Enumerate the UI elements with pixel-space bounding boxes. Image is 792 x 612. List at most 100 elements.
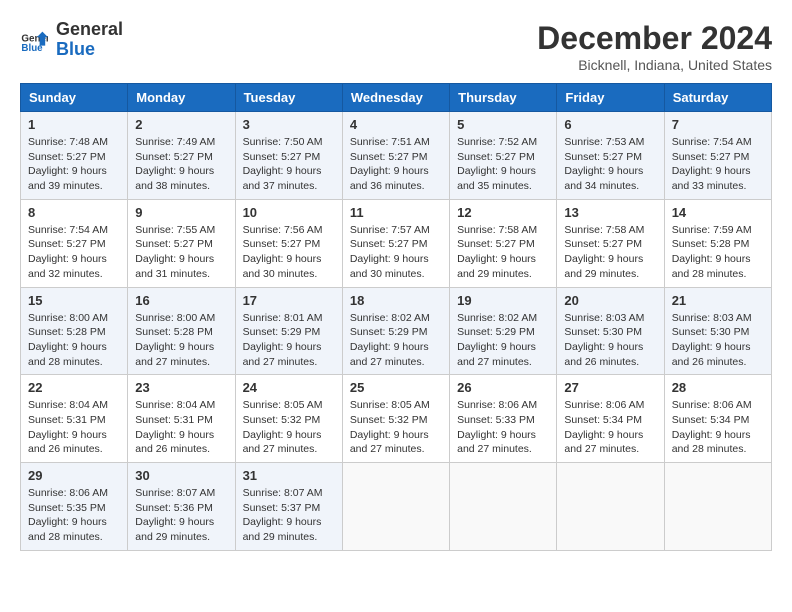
table-row: 19 Sunrise: 8:02 AM Sunset: 5:29 PM Dayl… bbox=[450, 287, 557, 375]
table-row: 26 Sunrise: 8:06 AM Sunset: 5:33 PM Dayl… bbox=[450, 375, 557, 463]
day-number: 16 bbox=[135, 293, 227, 308]
col-saturday: Saturday bbox=[664, 84, 771, 112]
col-wednesday: Wednesday bbox=[342, 84, 449, 112]
cell-content: Sunrise: 8:03 AM Sunset: 5:30 PM Dayligh… bbox=[672, 311, 764, 370]
table-row: 8 Sunrise: 7:54 AM Sunset: 5:27 PM Dayli… bbox=[21, 199, 128, 287]
day-number: 21 bbox=[672, 293, 764, 308]
calendar-week-3: 15 Sunrise: 8:00 AM Sunset: 5:28 PM Dayl… bbox=[21, 287, 772, 375]
day-number: 19 bbox=[457, 293, 549, 308]
day-number: 30 bbox=[135, 468, 227, 483]
day-number: 7 bbox=[672, 117, 764, 132]
calendar-week-5: 29 Sunrise: 8:06 AM Sunset: 5:35 PM Dayl… bbox=[21, 463, 772, 551]
logo: General Blue General Blue bbox=[20, 20, 123, 60]
cell-content: Sunrise: 8:04 AM Sunset: 5:31 PM Dayligh… bbox=[135, 398, 227, 457]
table-row: 23 Sunrise: 8:04 AM Sunset: 5:31 PM Dayl… bbox=[128, 375, 235, 463]
cell-content: Sunrise: 8:06 AM Sunset: 5:34 PM Dayligh… bbox=[564, 398, 656, 457]
day-number: 5 bbox=[457, 117, 549, 132]
table-row: 4 Sunrise: 7:51 AM Sunset: 5:27 PM Dayli… bbox=[342, 112, 449, 200]
logo-icon: General Blue bbox=[20, 26, 48, 54]
cell-content: Sunrise: 7:52 AM Sunset: 5:27 PM Dayligh… bbox=[457, 135, 549, 194]
cell-content: Sunrise: 8:05 AM Sunset: 5:32 PM Dayligh… bbox=[243, 398, 335, 457]
table-row: 2 Sunrise: 7:49 AM Sunset: 5:27 PM Dayli… bbox=[128, 112, 235, 200]
cell-content: Sunrise: 7:56 AM Sunset: 5:27 PM Dayligh… bbox=[243, 223, 335, 282]
cell-content: Sunrise: 8:04 AM Sunset: 5:31 PM Dayligh… bbox=[28, 398, 120, 457]
day-number: 10 bbox=[243, 205, 335, 220]
cell-content: Sunrise: 7:53 AM Sunset: 5:27 PM Dayligh… bbox=[564, 135, 656, 194]
table-row: 12 Sunrise: 7:58 AM Sunset: 5:27 PM Dayl… bbox=[450, 199, 557, 287]
table-row: 14 Sunrise: 7:59 AM Sunset: 5:28 PM Dayl… bbox=[664, 199, 771, 287]
table-row: 29 Sunrise: 8:06 AM Sunset: 5:35 PM Dayl… bbox=[21, 463, 128, 551]
day-number: 12 bbox=[457, 205, 549, 220]
table-row: 11 Sunrise: 7:57 AM Sunset: 5:27 PM Dayl… bbox=[342, 199, 449, 287]
day-number: 15 bbox=[28, 293, 120, 308]
cell-content: Sunrise: 8:00 AM Sunset: 5:28 PM Dayligh… bbox=[135, 311, 227, 370]
day-number: 28 bbox=[672, 380, 764, 395]
day-number: 25 bbox=[350, 380, 442, 395]
day-number: 13 bbox=[564, 205, 656, 220]
col-sunday: Sunday bbox=[21, 84, 128, 112]
title-block: December 2024 Bicknell, Indiana, United … bbox=[537, 20, 772, 73]
cell-content: Sunrise: 7:55 AM Sunset: 5:27 PM Dayligh… bbox=[135, 223, 227, 282]
table-row: 30 Sunrise: 8:07 AM Sunset: 5:36 PM Dayl… bbox=[128, 463, 235, 551]
day-number: 22 bbox=[28, 380, 120, 395]
empty-cell bbox=[450, 463, 557, 551]
day-number: 2 bbox=[135, 117, 227, 132]
cell-content: Sunrise: 8:02 AM Sunset: 5:29 PM Dayligh… bbox=[350, 311, 442, 370]
cell-content: Sunrise: 7:58 AM Sunset: 5:27 PM Dayligh… bbox=[457, 223, 549, 282]
page-header: General Blue General Blue December 2024 … bbox=[20, 20, 772, 73]
cell-content: Sunrise: 7:59 AM Sunset: 5:28 PM Dayligh… bbox=[672, 223, 764, 282]
cell-content: Sunrise: 8:05 AM Sunset: 5:32 PM Dayligh… bbox=[350, 398, 442, 457]
col-thursday: Thursday bbox=[450, 84, 557, 112]
table-row: 25 Sunrise: 8:05 AM Sunset: 5:32 PM Dayl… bbox=[342, 375, 449, 463]
day-number: 1 bbox=[28, 117, 120, 132]
cell-content: Sunrise: 8:06 AM Sunset: 5:35 PM Dayligh… bbox=[28, 486, 120, 545]
cell-content: Sunrise: 8:06 AM Sunset: 5:33 PM Dayligh… bbox=[457, 398, 549, 457]
col-monday: Monday bbox=[128, 84, 235, 112]
table-row: 10 Sunrise: 7:56 AM Sunset: 5:27 PM Dayl… bbox=[235, 199, 342, 287]
day-number: 20 bbox=[564, 293, 656, 308]
cell-content: Sunrise: 8:01 AM Sunset: 5:29 PM Dayligh… bbox=[243, 311, 335, 370]
cell-content: Sunrise: 7:57 AM Sunset: 5:27 PM Dayligh… bbox=[350, 223, 442, 282]
calendar-week-1: 1 Sunrise: 7:48 AMSunset: 5:27 PMDayligh… bbox=[21, 112, 772, 200]
day-number: 24 bbox=[243, 380, 335, 395]
cell-content: Sunrise: 8:03 AM Sunset: 5:30 PM Dayligh… bbox=[564, 311, 656, 370]
table-row: 27 Sunrise: 8:06 AM Sunset: 5:34 PM Dayl… bbox=[557, 375, 664, 463]
table-row: 1 Sunrise: 7:48 AMSunset: 5:27 PMDayligh… bbox=[21, 112, 128, 200]
logo-text: General Blue bbox=[56, 20, 123, 60]
cell-content: Sunrise: 8:00 AM Sunset: 5:28 PM Dayligh… bbox=[28, 311, 120, 370]
cell-content: Sunrise: 7:51 AM Sunset: 5:27 PM Dayligh… bbox=[350, 135, 442, 194]
day-number: 26 bbox=[457, 380, 549, 395]
table-row: 9 Sunrise: 7:55 AM Sunset: 5:27 PM Dayli… bbox=[128, 199, 235, 287]
day-number: 27 bbox=[564, 380, 656, 395]
cell-content: Sunrise: 7:54 AM Sunset: 5:27 PM Dayligh… bbox=[672, 135, 764, 194]
day-number: 14 bbox=[672, 205, 764, 220]
cell-content: Sunrise: 8:06 AM Sunset: 5:34 PM Dayligh… bbox=[672, 398, 764, 457]
table-row: 16 Sunrise: 8:00 AM Sunset: 5:28 PM Dayl… bbox=[128, 287, 235, 375]
day-number: 18 bbox=[350, 293, 442, 308]
day-number: 23 bbox=[135, 380, 227, 395]
day-number: 6 bbox=[564, 117, 656, 132]
table-row: 31 Sunrise: 8:07 AM Sunset: 5:37 PM Dayl… bbox=[235, 463, 342, 551]
day-number: 4 bbox=[350, 117, 442, 132]
table-row: 15 Sunrise: 8:00 AM Sunset: 5:28 PM Dayl… bbox=[21, 287, 128, 375]
table-row: 21 Sunrise: 8:03 AM Sunset: 5:30 PM Dayl… bbox=[664, 287, 771, 375]
day-number: 9 bbox=[135, 205, 227, 220]
table-row: 28 Sunrise: 8:06 AM Sunset: 5:34 PM Dayl… bbox=[664, 375, 771, 463]
table-row: 13 Sunrise: 7:58 AM Sunset: 5:27 PM Dayl… bbox=[557, 199, 664, 287]
day-number: 17 bbox=[243, 293, 335, 308]
table-row: 5 Sunrise: 7:52 AM Sunset: 5:27 PM Dayli… bbox=[450, 112, 557, 200]
day-number: 3 bbox=[243, 117, 335, 132]
cell-content: Sunrise: 7:48 AMSunset: 5:27 PMDaylight:… bbox=[28, 135, 120, 194]
table-row: 17 Sunrise: 8:01 AM Sunset: 5:29 PM Dayl… bbox=[235, 287, 342, 375]
month-title: December 2024 bbox=[537, 20, 772, 57]
table-row: 18 Sunrise: 8:02 AM Sunset: 5:29 PM Dayl… bbox=[342, 287, 449, 375]
col-tuesday: Tuesday bbox=[235, 84, 342, 112]
location: Bicknell, Indiana, United States bbox=[537, 57, 772, 73]
cell-content: Sunrise: 7:50 AM Sunset: 5:27 PM Dayligh… bbox=[243, 135, 335, 194]
logo-blue: Blue bbox=[56, 39, 95, 59]
col-friday: Friday bbox=[557, 84, 664, 112]
table-row: 24 Sunrise: 8:05 AM Sunset: 5:32 PM Dayl… bbox=[235, 375, 342, 463]
logo-general: General bbox=[56, 19, 123, 39]
cell-content: Sunrise: 8:02 AM Sunset: 5:29 PM Dayligh… bbox=[457, 311, 549, 370]
day-number: 11 bbox=[350, 205, 442, 220]
